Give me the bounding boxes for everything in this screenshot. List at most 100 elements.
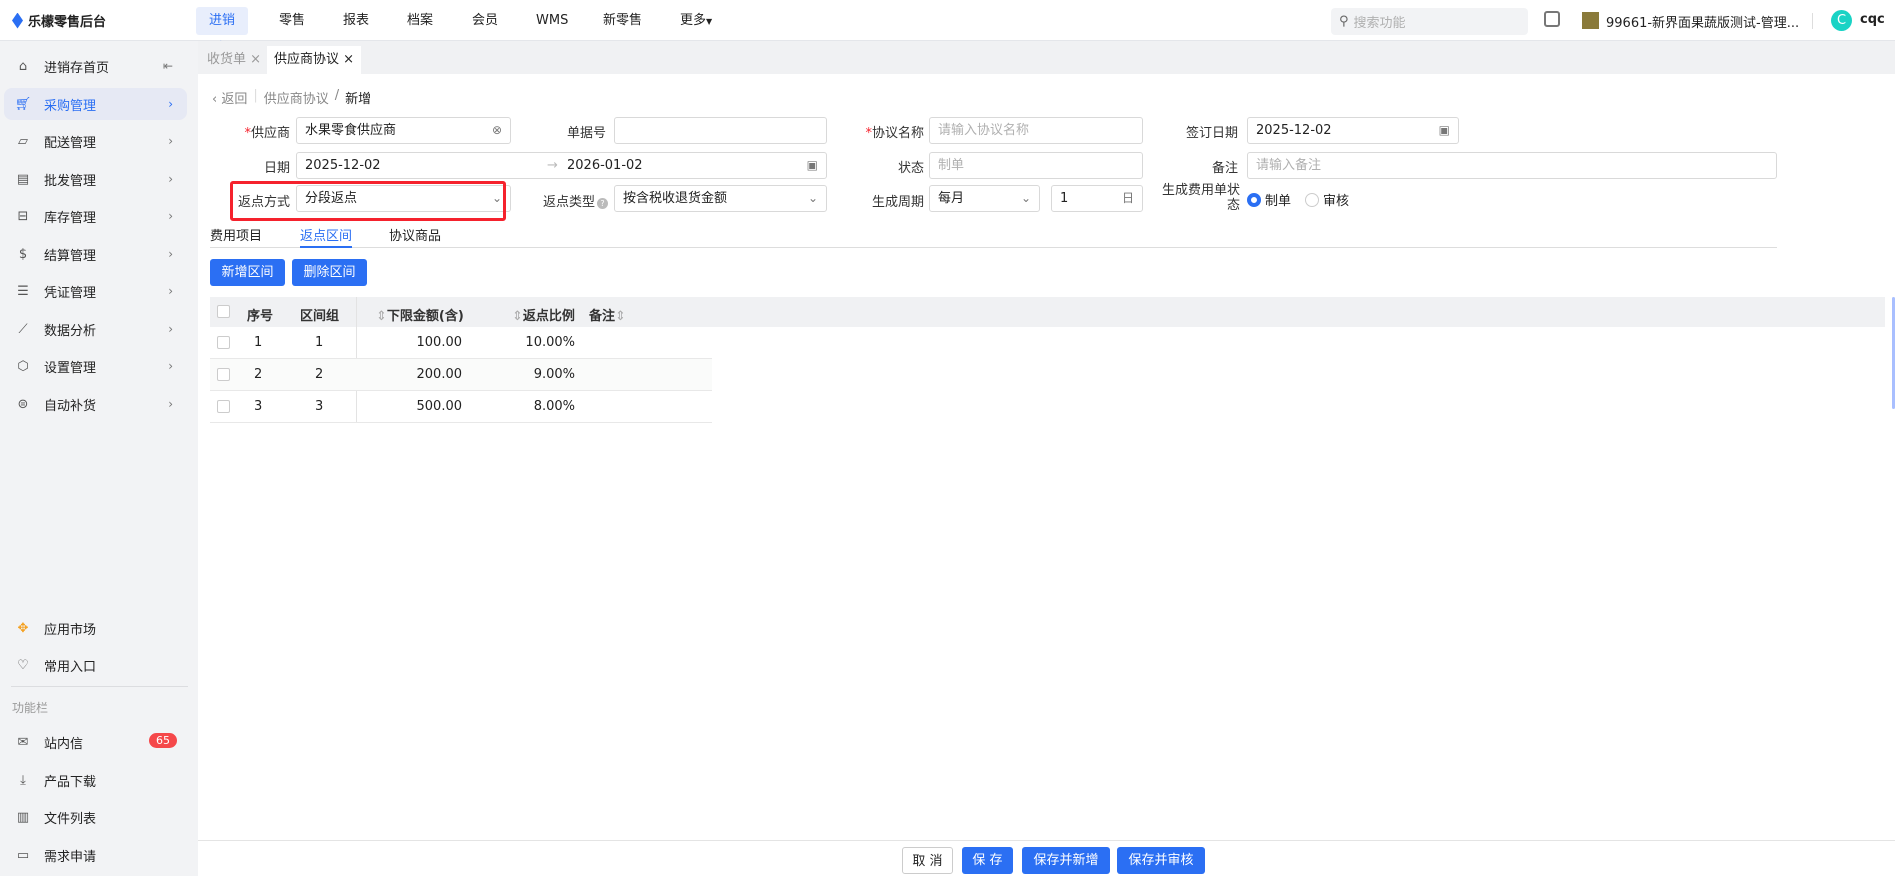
remark-field[interactable]: 请输入备注 xyxy=(1247,152,1777,179)
column-header-rebate-ratio[interactable]: ⇕返点比例 xyxy=(512,305,575,324)
chevron-right-icon: › xyxy=(168,172,173,186)
table-row[interactable]: 2 2 200.00 9.00% xyxy=(210,359,712,391)
heart-icon: ♡ xyxy=(17,657,29,673)
sort-icon[interactable]: ⇕ xyxy=(615,309,626,324)
sidebar-item-label: 文件列表 xyxy=(44,811,97,827)
server-icon: ▤ xyxy=(16,171,30,187)
sort-icon[interactable]: ⇕ xyxy=(512,309,523,324)
top-bar: 乐檬零售后台 进销存 零售 报表 档案 会员 WMS 新零售 更多▼ ⚲ 搜索功… xyxy=(0,0,1895,56)
radio-audit[interactable] xyxy=(1305,192,1320,207)
day-unit: 日 xyxy=(1121,191,1134,205)
agreement-name-field[interactable]: 请输入协议名称 xyxy=(929,117,1143,144)
chevron-right-icon: › xyxy=(168,134,173,148)
chevron-right-icon: › xyxy=(168,359,173,373)
date-range-field[interactable]: 2025-12-02 → 2026-01-02 ▣ xyxy=(296,152,827,179)
cancel-button[interactable]: 取 消 xyxy=(902,847,953,874)
table-row[interactable]: 3 3 500.00 8.00% xyxy=(210,391,712,423)
row-checkbox[interactable] xyxy=(217,336,230,349)
help-icon[interactable]: ? xyxy=(597,198,608,209)
topnav-item[interactable]: 会员 xyxy=(464,7,506,35)
sidebar-item-app-market[interactable]: ✥ 应用市场 xyxy=(4,612,187,644)
radio-label: 审核 xyxy=(1323,194,1350,209)
chevron-right-icon: › xyxy=(168,97,173,111)
store-name[interactable]: 99661-新界面果蔬版测试-管理... xyxy=(1606,12,1799,31)
sidebar-item-label: 站内信 xyxy=(44,736,84,752)
supplier-field[interactable]: 水果零食供应商 ⊗ xyxy=(296,117,511,144)
tab-fee-items[interactable]: 费用项目 xyxy=(210,225,262,244)
sign-date-field[interactable]: 2025-12-02 ▣ xyxy=(1247,117,1459,144)
home-icon: ⌂ xyxy=(18,58,28,74)
breadcrumb-parent[interactable]: 供应商协议 xyxy=(264,88,329,107)
sidebar-item-home[interactable]: ⌂ 进销存首页 ⇤ xyxy=(4,50,187,82)
sidebar-item-downloads[interactable]: ⤓ 产品下载 xyxy=(4,764,187,796)
calendar-icon[interactable]: ▣ xyxy=(1439,118,1450,143)
topnav-item[interactable]: 进销存 xyxy=(196,7,248,56)
row-checkbox[interactable] xyxy=(217,368,230,381)
cycle-select[interactable]: 每月 ⌄ xyxy=(929,185,1040,212)
sidebar-item-inventory[interactable]: ⊟ 库存管理 › xyxy=(4,200,187,232)
page-tab-supplier-agreement[interactable]: 供应商协议 × xyxy=(267,46,362,74)
rebate-type-label: 返点类型? xyxy=(520,191,608,210)
radio-draft[interactable] xyxy=(1247,192,1261,207)
sidebar-item-favorites[interactable]: ♡ 常用入口 xyxy=(4,649,187,681)
collapse-icon[interactable]: ⇤ xyxy=(163,59,173,73)
sign-date-value: 2025-12-02 xyxy=(1256,123,1332,138)
unread-badge: 65 xyxy=(149,733,177,748)
brand-logo[interactable]: 乐檬零售后台 xyxy=(12,11,106,30)
clear-icon[interactable]: ⊗ xyxy=(492,118,502,143)
user-avatar[interactable]: C xyxy=(1831,10,1852,31)
sidebar-item-label: 应用市场 xyxy=(44,622,97,638)
sidebar-item-purchase[interactable]: 🛒︎ 采购管理 › xyxy=(4,88,187,120)
document-icon: ☰ xyxy=(17,283,29,299)
doc-no-field[interactable] xyxy=(614,117,827,144)
search-box[interactable]: ⚲ 搜索功能 xyxy=(1331,8,1528,35)
page-tab-receipt[interactable]: 收货单 × xyxy=(200,46,268,74)
printer-icon[interactable] xyxy=(1544,11,1560,27)
arrow-right-icon: → xyxy=(547,158,558,173)
caret-down-icon: ▼ xyxy=(706,17,713,26)
sidebar-item-delivery[interactable]: ▱ 配送管理 › xyxy=(4,125,187,157)
select-all-checkbox[interactable] xyxy=(217,305,230,318)
back-label: 返回 xyxy=(221,92,248,107)
rebate-type-select[interactable]: 按含税收退货金额 ⌄ xyxy=(614,185,827,212)
brand-name: 乐檬零售后台 xyxy=(28,15,107,30)
save-and-new-button[interactable]: 保存并新增 xyxy=(1022,847,1110,874)
sidebar-item-requests[interactable]: ▭ 需求申请 xyxy=(4,839,187,871)
topnav-item[interactable]: 新零售 xyxy=(595,7,650,35)
topnav-item[interactable]: 零售 xyxy=(271,7,313,35)
column-header-lower-amount[interactable]: ⇕下限金额(含) xyxy=(376,305,464,324)
sidebar-item-settlement[interactable]: $ 结算管理 › xyxy=(4,238,187,270)
sidebar-item-files[interactable]: ▥ 文件列表 xyxy=(4,801,187,833)
download-icon: ⤓ xyxy=(20,772,26,788)
sidebar-item-messages[interactable]: ✉ 站内信 65 xyxy=(4,726,187,758)
sidebar-item-label: 配送管理 xyxy=(44,135,97,151)
status-label: 状态 xyxy=(897,161,924,176)
sidebar-item-settings[interactable]: ⬡ 设置管理 › xyxy=(4,350,187,382)
delete-interval-button[interactable]: 删除区间 xyxy=(292,259,367,286)
sort-icon[interactable]: ⇕ xyxy=(376,309,387,324)
user-name[interactable]: cqc xyxy=(1860,12,1885,27)
column-header-remark[interactable]: 备注⇕ xyxy=(589,305,626,324)
add-interval-button[interactable]: 新增区间 xyxy=(210,259,285,286)
sidebar-item-voucher[interactable]: ☰ 凭证管理 › xyxy=(4,275,187,307)
topnav-item[interactable]: 报表 xyxy=(335,7,377,35)
back-link[interactable]: ‹ 返回 xyxy=(212,88,247,107)
cycle-day-field[interactable]: 1日 xyxy=(1051,185,1143,212)
save-button[interactable]: 保 存 xyxy=(962,847,1013,874)
tab-rebate-intervals[interactable]: 返点区间 xyxy=(300,225,353,248)
sidebar-item-wholesale[interactable]: ▤ 批发管理 › xyxy=(4,163,187,195)
topnav-more[interactable]: 更多▼ xyxy=(672,7,720,35)
topnav-item[interactable]: WMS xyxy=(528,7,576,35)
tab-agreement-products[interactable]: 协议商品 xyxy=(389,225,441,244)
save-and-audit-button[interactable]: 保存并审核 xyxy=(1117,847,1205,874)
sidebar-item-label: 设置管理 xyxy=(44,360,97,376)
table-row[interactable]: 1 1 100.00 10.00% xyxy=(210,327,712,359)
row-checkbox[interactable] xyxy=(217,400,230,413)
calendar-icon[interactable]: ▣ xyxy=(807,153,818,178)
topnav-item[interactable]: 档案 xyxy=(399,7,441,35)
topnav-more-label: 更多 xyxy=(680,13,707,28)
close-icon[interactable]: × xyxy=(250,52,261,67)
sidebar-item-replenish[interactable]: ⊜ 自动补货 › xyxy=(4,388,187,420)
close-icon[interactable]: × xyxy=(343,52,354,67)
sidebar-item-analytics[interactable]: ⟋ 数据分析 › xyxy=(4,313,187,345)
